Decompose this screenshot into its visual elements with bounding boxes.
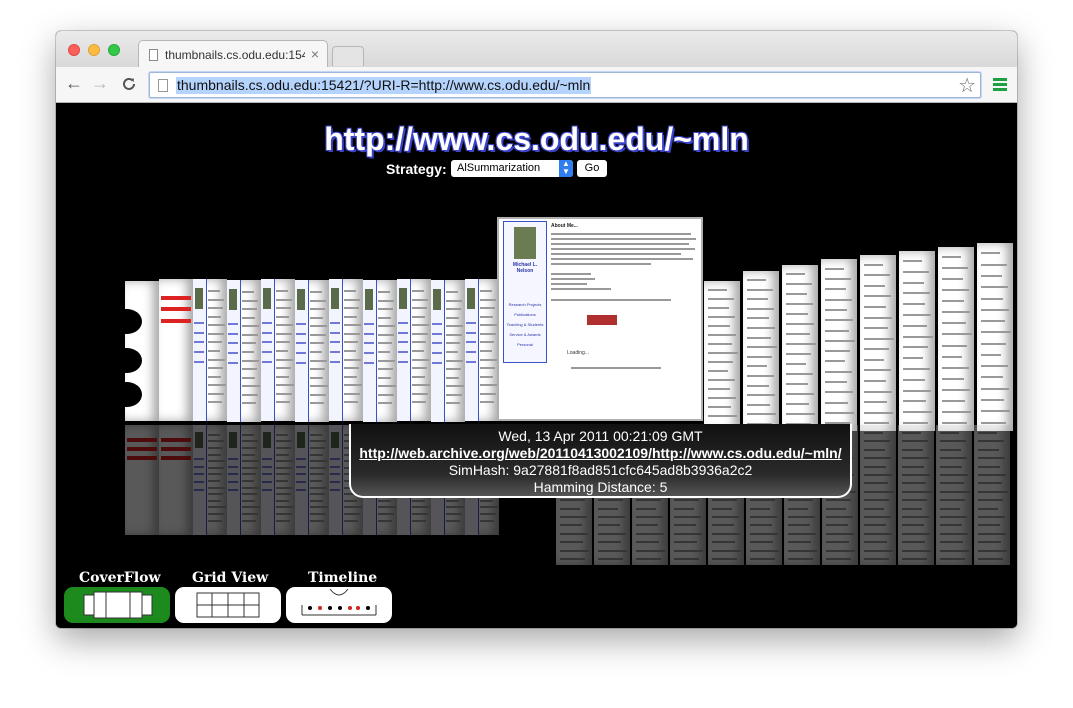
text-line [551,288,611,290]
coverflow-view-button[interactable] [64,587,170,623]
memento-thumbnail[interactable] [227,280,261,422]
memento-thumbnail[interactable] [431,280,465,422]
page-content: http://www.cs.odu.edu/~mln Strategy: AlS… [56,103,1017,628]
thumb-nav-item: Service & Awards [509,332,541,337]
thumbnail-reflection [898,425,934,565]
zoom-window-button[interactable] [108,44,120,56]
memento-thumbnail[interactable] [295,280,329,422]
text-line [551,243,689,245]
thumb-nav-item: Teaching & Students [506,322,544,327]
memento-link[interactable]: http://web.archive.org/web/2011041300210… [359,445,841,461]
selected-thumbnail[interactable]: Michael L. Nelson Research Projects Publ… [497,217,703,421]
thumb-sidebar: Michael L. Nelson Research Projects Publ… [503,221,547,363]
text-line [551,263,651,265]
thumbnail-reflection [261,425,295,535]
close-window-button[interactable] [68,44,80,56]
thumbnail-reflection [974,425,1010,565]
grid-view-label: Grid View [192,570,269,586]
title-bar: thumbnails.cs.odu.edu:15421 × [56,31,1017,68]
thumbnail-reflection [125,425,159,535]
text-line [551,278,595,280]
memento-thumbnail[interactable] [704,281,740,431]
browser-window: thumbnails.cs.odu.edu:15421 × ← → thumbn… [56,31,1017,628]
memento-thumbnail[interactable] [159,279,193,421]
bookmark-star-icon[interactable]: ☆ [958,73,976,98]
text-line [551,299,671,301]
minimize-window-button[interactable] [88,44,100,56]
text-line [551,233,691,235]
page-icon [149,49,158,61]
address-url[interactable]: thumbnails.cs.odu.edu:15421/?URI-R=http:… [176,77,592,94]
thumb-nav-item: Research Projects [508,302,542,307]
chrome-menu-icon[interactable] [993,78,1007,92]
grid-view-button[interactable] [175,587,281,623]
thumbnail-reflection [860,425,896,565]
back-arrow-icon[interactable]: ← [63,73,85,94]
timeline-view-button[interactable] [286,587,392,623]
memento-thumbnail[interactable] [899,251,935,431]
memento-hamming: Hamming Distance: 5 [533,479,668,495]
thumb-loading-text: Loading... [567,350,589,356]
text-line [551,238,696,240]
memento-thumbnail[interactable] [821,259,857,431]
new-tab-button[interactable] [332,46,364,66]
tab-close-icon[interactable]: × [311,46,319,62]
coverflow-icon [83,591,153,619]
browser-toolbar: ← → thumbnails.cs.odu.edu:15421/?URI-R=h… [56,67,1017,103]
thumb-nav-item: Personal [517,342,533,347]
address-bar[interactable]: thumbnails.cs.odu.edu:15421/?URI-R=http:… [149,72,981,98]
memento-thumbnail[interactable] [193,279,227,421]
tab-title: thumbnails.cs.odu.edu:15421 [165,48,305,62]
text-line [551,253,681,255]
memento-thumbnail[interactable] [329,279,363,421]
thumbnail-reflection [227,425,261,535]
thumb-nav-item: Publications [514,312,536,317]
thumb-name: Michael L. Nelson [512,262,538,274]
text-line [551,283,587,285]
memento-thumbnail[interactable] [363,280,397,422]
thumb-about-heading: About Me... [551,223,578,229]
text-line [551,273,591,275]
memento-thumbnail[interactable] [397,279,431,421]
grid-icon [196,592,260,618]
memento-date: Wed, 13 Apr 2011 00:21:09 GMT [498,428,703,444]
text-line [551,248,695,250]
internet-archive-logo [587,315,617,325]
memento-thumbnail[interactable] [860,255,896,431]
timeline-label: Timeline [308,570,378,586]
text-line [571,367,661,369]
memento-thumbnail[interactable] [125,281,159,421]
browser-tab[interactable]: thumbnails.cs.odu.edu:15421 × [138,40,328,68]
memento-simhash: SimHash: 9a27881f8ad851cfc645ad8b3936a2c… [448,462,753,478]
forward-arrow-icon[interactable]: → [89,73,111,94]
memento-thumbnail[interactable] [261,279,295,421]
timeline-icon [301,588,377,616]
text-line [551,258,693,260]
memento-info-box: Wed, 13 Apr 2011 00:21:09 GMT http://web… [349,424,852,498]
page-icon [158,79,168,92]
memento-thumbnail[interactable] [977,243,1013,431]
thumbnail-reflection [936,425,972,565]
memento-thumbnail[interactable] [782,265,818,431]
coverflow-label: CoverFlow [79,570,161,586]
memento-thumbnail[interactable] [465,279,499,421]
memento-thumbnail[interactable] [743,271,779,431]
profile-photo [514,227,536,259]
thumbnail-reflection [193,425,227,535]
thumbnail-reflection [295,425,329,535]
reload-icon[interactable] [118,73,140,97]
thumbnail-reflection [159,425,193,535]
memento-thumbnail[interactable] [938,247,974,431]
